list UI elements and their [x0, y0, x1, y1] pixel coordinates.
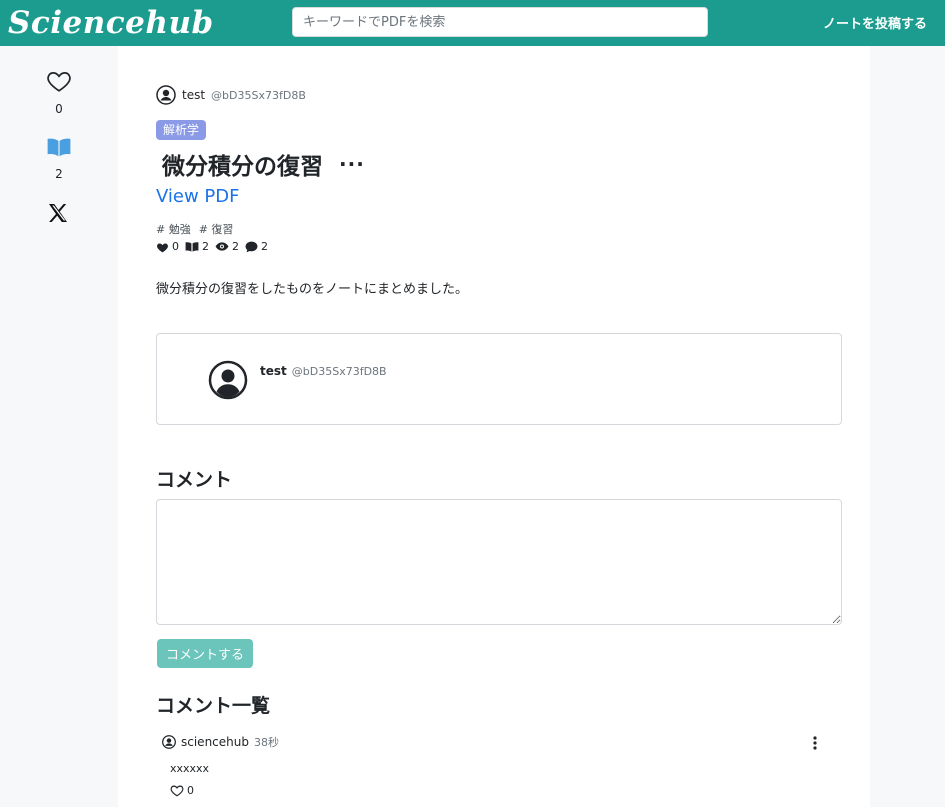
book-icon [47, 138, 71, 157]
site-logo[interactable]: Sciencehub [8, 4, 214, 42]
comment-like-count: 0 [187, 784, 194, 797]
x-logo-icon [49, 204, 67, 222]
bookmark-count: 2 [55, 167, 63, 181]
comment-user[interactable]: sciencehub [181, 735, 249, 749]
like-count: 0 [55, 102, 63, 116]
note-main-panel: test @bD35Sx73fD8B 解析学 微分積分の復習 ··· View … [118, 46, 870, 807]
category-badge[interactable]: 解析学 [156, 120, 207, 140]
user-avatar-icon [208, 360, 248, 400]
heart-outline-icon [47, 72, 71, 92]
comment-stat: 2 [261, 240, 268, 253]
post-note-link[interactable]: ノートを投稿する [823, 13, 927, 32]
author-profile-card: test @bD35Sx73fD8B [156, 333, 842, 425]
book-icon [185, 241, 199, 252]
comment-time: 38秒 [253, 736, 279, 749]
profile-id: @bD35Sx73fD8B [291, 365, 387, 378]
comment-bubble-icon [245, 241, 258, 252]
heart-outline-icon [170, 785, 184, 797]
comment-body: xxxxxx [170, 762, 210, 775]
user-avatar-icon [156, 85, 176, 105]
like-stat: 0 [172, 240, 179, 253]
comment-menu-button[interactable] [810, 734, 820, 752]
comment-item: sciencehub 38秒 xxxxxx 0 [156, 732, 842, 802]
search-input[interactable] [292, 7, 708, 37]
tag-item[interactable]: # 勉強 [156, 221, 191, 237]
heart-icon [157, 242, 168, 252]
comment-heading: コメント [156, 469, 233, 491]
bookmark-button[interactable] [46, 134, 72, 160]
submit-comment-button[interactable]: コメントする [157, 639, 253, 668]
tag-item[interactable]: # 復習 [199, 221, 234, 237]
title-row: 微分積分の復習 ··· [162, 147, 365, 181]
note-title: 微分積分の復習 [162, 154, 323, 180]
profile-name[interactable]: test [260, 364, 287, 378]
like-button[interactable] [46, 68, 72, 94]
more-options-button[interactable]: ··· [339, 152, 365, 176]
author-row[interactable]: test @bD35Sx73fD8B [156, 85, 306, 105]
user-avatar-icon [162, 735, 176, 749]
author-name: test [182, 88, 206, 102]
top-navbar: Sciencehub ノートを投稿する [0, 0, 945, 46]
bookmark-stat: 2 [202, 240, 209, 253]
comment-like-button[interactable]: 0 [170, 784, 194, 797]
comment-header: sciencehub 38秒 [162, 734, 279, 750]
note-description: 微分積分の復習をしたものをノートにまとめました。 [156, 282, 469, 297]
share-x-button[interactable] [46, 201, 72, 227]
view-stat: 2 [232, 240, 239, 253]
comment-list-heading: コメント一覧 [156, 695, 271, 717]
kebab-menu-icon [813, 736, 817, 750]
view-pdf-link[interactable]: View PDF [156, 186, 240, 207]
author-id: @bD35Sx73fD8B [211, 88, 306, 102]
tag-list: # 勉強 # 復習 [156, 221, 233, 237]
profile-avatar[interactable] [208, 360, 248, 404]
comment-textarea[interactable] [156, 499, 842, 625]
profile-name-row: test @bD35Sx73fD8B [260, 364, 387, 378]
eye-icon [215, 242, 229, 251]
note-stats: 0 2 2 2 [156, 240, 268, 253]
